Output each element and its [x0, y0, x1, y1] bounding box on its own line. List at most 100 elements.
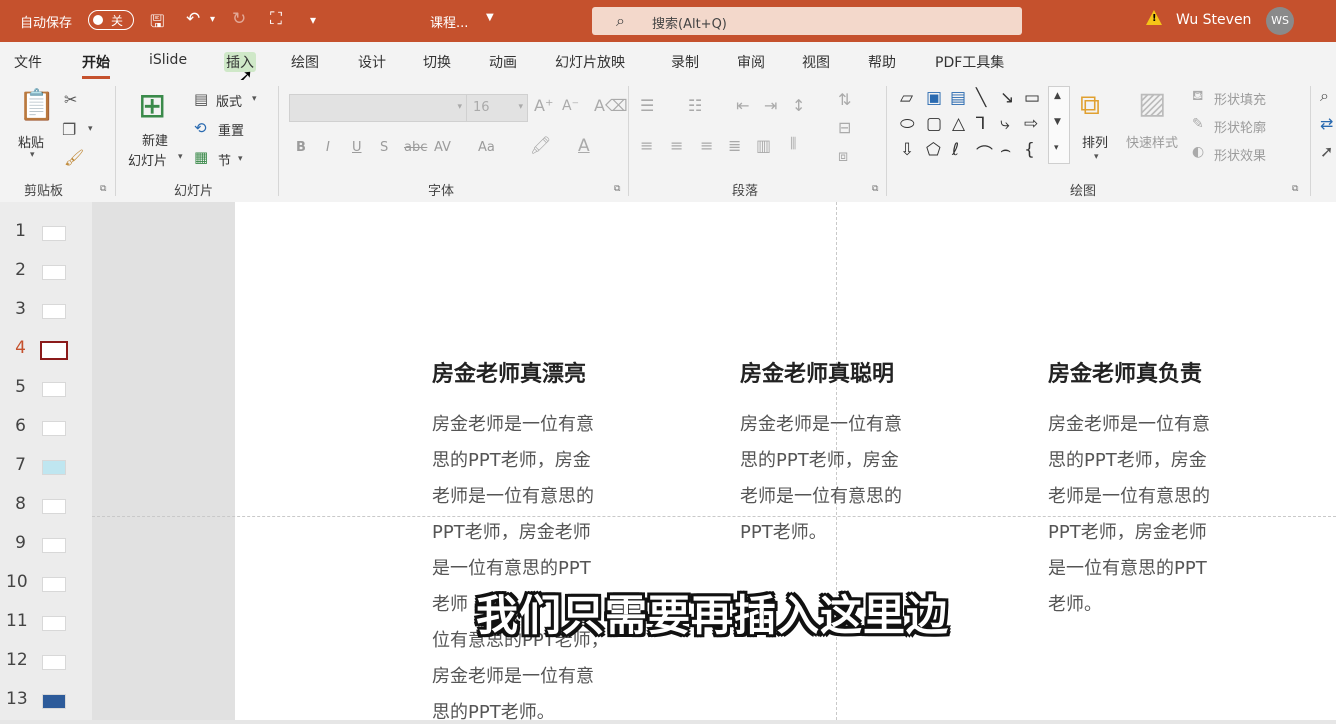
section-button[interactable]: 节: [218, 150, 231, 169]
slide-thumbnail-10[interactable]: [42, 577, 66, 592]
slide-number[interactable]: 13: [6, 689, 28, 709]
replace-icon[interactable]: ⇄: [1320, 114, 1333, 133]
slide-thumbnail-4[interactable]: [40, 341, 68, 360]
paragraph-launcher-icon[interactable]: ⧉: [872, 184, 878, 194]
quick-styles-button[interactable]: 快速样式: [1126, 132, 1178, 151]
select-icon[interactable]: ➚: [1320, 142, 1333, 161]
slide-number[interactable]: 2: [6, 260, 26, 280]
clipboard-launcher-icon[interactable]: ⧉: [100, 184, 106, 194]
avatar[interactable]: WS: [1266, 7, 1294, 35]
column-text-line[interactable]: 房金老师是一位有意: [432, 662, 594, 688]
decrease-indent-icon[interactable]: ⇤: [736, 96, 749, 115]
layout-button[interactable]: 版式: [216, 91, 242, 110]
tab-review[interactable]: 审阅: [737, 52, 765, 72]
horizontal-guide[interactable]: [92, 516, 1336, 517]
slide-thumbnail-9[interactable]: [42, 538, 66, 553]
drawing-launcher-icon[interactable]: ⧉: [1292, 184, 1298, 194]
bullets-icon[interactable]: ☰: [640, 96, 654, 115]
slide-thumbnail-13[interactable]: [42, 694, 66, 709]
text-shadow-button[interactable]: S: [380, 140, 388, 155]
chevron-down-icon[interactable]: ▼: [1054, 117, 1061, 127]
column-title-2[interactable]: 房金老师真聪明: [740, 356, 894, 388]
slide-thumbnail-7[interactable]: [42, 460, 66, 475]
slide-number[interactable]: 9: [6, 533, 26, 553]
font-name-combo[interactable]: ▾: [289, 94, 467, 122]
format-painter-icon[interactable]: 🖌: [64, 148, 84, 167]
justify-icon[interactable]: ≣: [728, 136, 741, 155]
arrow-line-shape-icon[interactable]: ↘: [1000, 88, 1014, 108]
paste-button[interactable]: 粘贴: [18, 132, 44, 151]
shape-effects-icon[interactable]: ◐: [1192, 144, 1204, 160]
shape-effects-button[interactable]: 形状效果: [1214, 145, 1266, 164]
column-text-line[interactable]: 思的PPT老师。: [432, 698, 555, 724]
shape-fill-icon[interactable]: ⛾: [1192, 88, 1203, 106]
slide-number[interactable]: 6: [6, 416, 26, 436]
slide-number[interactable]: 8: [6, 494, 26, 514]
arrange-dropdown-icon[interactable]: ▾: [1094, 152, 1099, 162]
document-title[interactable]: 课程...: [430, 12, 468, 31]
chevron-up-icon[interactable]: ▲: [1054, 91, 1061, 101]
tab-home[interactable]: 开始: [82, 52, 110, 79]
column-text-line[interactable]: 思的PPT老师，房金: [432, 446, 591, 472]
numbering-icon[interactable]: ☷: [688, 96, 702, 115]
column-text-line[interactable]: PPT老师，房金老师: [1048, 518, 1207, 544]
arrange-icon[interactable]: ⧉: [1080, 88, 1100, 122]
chevron-down-icon[interactable]: ▾: [518, 102, 523, 112]
column-text-line[interactable]: 房金老师是一位有意: [432, 410, 594, 436]
clear-formatting-icon[interactable]: A⌫: [594, 96, 628, 115]
oval-shape-icon[interactable]: ⬭: [900, 114, 915, 134]
align-right-icon[interactable]: ≡: [700, 136, 713, 155]
parallelogram-shape-icon[interactable]: ▱: [900, 88, 913, 108]
increase-font-icon[interactable]: A⁺: [534, 96, 553, 115]
brace-shape-icon[interactable]: {: [1024, 140, 1035, 160]
slide-number[interactable]: 10: [6, 572, 28, 592]
tab-file[interactable]: 文件: [14, 52, 42, 72]
slide-number-current[interactable]: 4: [6, 338, 26, 358]
layout-icon[interactable]: ▤: [194, 90, 208, 108]
column-text-line[interactable]: PPT老师，房金老师: [432, 518, 591, 544]
flowchart-shape-icon[interactable]: ⬠: [926, 140, 941, 160]
slide-number[interactable]: 12: [6, 650, 28, 670]
shape-fill-button[interactable]: 形状填充: [1214, 89, 1266, 108]
freeform-shape-icon[interactable]: ℓ: [952, 140, 959, 160]
tab-transitions[interactable]: 切换: [423, 52, 451, 72]
user-name[interactable]: Wu Steven: [1176, 12, 1251, 28]
tab-design[interactable]: 设计: [358, 52, 386, 72]
triangle-shape-icon[interactable]: △: [952, 114, 965, 134]
rectangle-shape-icon[interactable]: ▭: [1024, 88, 1040, 108]
slide-thumbnail-12[interactable]: [42, 655, 66, 670]
slide-number[interactable]: 3: [6, 299, 26, 319]
arrange-button[interactable]: 排列: [1082, 132, 1108, 151]
increase-indent-icon[interactable]: ⇥: [764, 96, 777, 115]
text-direction-icon[interactable]: ⇅: [838, 90, 851, 109]
undo-dropdown-icon[interactable]: ▾: [210, 14, 215, 25]
new-slide-dropdown-icon[interactable]: ▾: [178, 152, 183, 162]
shape-outline-button[interactable]: 形状轮廓: [1214, 117, 1266, 136]
paste-icon[interactable]: 📋: [18, 88, 55, 123]
column-text-line[interactable]: 思的PPT老师，房金: [1048, 446, 1207, 472]
paste-dropdown-icon[interactable]: ▾: [30, 150, 35, 160]
column-text-line[interactable]: 是一位有意思的PPT: [432, 554, 591, 580]
highlight-icon[interactable]: 🖍: [530, 136, 552, 156]
new-slide-line2[interactable]: 幻灯片: [128, 150, 167, 169]
warning-icon[interactable]: [1146, 10, 1162, 25]
tab-animations[interactable]: 动画: [489, 52, 517, 72]
slide-number[interactable]: 5: [6, 377, 26, 397]
slide-thumbnail-5[interactable]: [42, 382, 66, 397]
new-slide-icon[interactable]: ⊞: [138, 86, 167, 126]
italic-button[interactable]: I: [326, 140, 330, 155]
char-spacing-button[interactable]: AV: [434, 140, 451, 155]
reset-button[interactable]: 重置: [218, 120, 244, 139]
present-icon[interactable]: ⛶: [270, 9, 282, 29]
column-text-line[interactable]: 老师是一位有意思的: [740, 482, 902, 508]
slide-thumbnail-11[interactable]: [42, 616, 66, 631]
tab-slideshow[interactable]: 幻灯片放映: [555, 52, 625, 72]
smartart-icon[interactable]: ⧈: [838, 146, 848, 166]
tab-record[interactable]: 录制: [671, 52, 699, 72]
font-color-icon[interactable]: A: [578, 136, 590, 156]
slide-thumbnail-3[interactable]: [42, 304, 66, 319]
align-left-icon[interactable]: ≡: [640, 136, 653, 155]
column-text-line[interactable]: PPT老师。: [740, 518, 827, 544]
align-text-icon[interactable]: ⊟: [838, 118, 851, 137]
shapes-gallery-scroll[interactable]: ▲ ▼ ▾: [1048, 86, 1070, 164]
